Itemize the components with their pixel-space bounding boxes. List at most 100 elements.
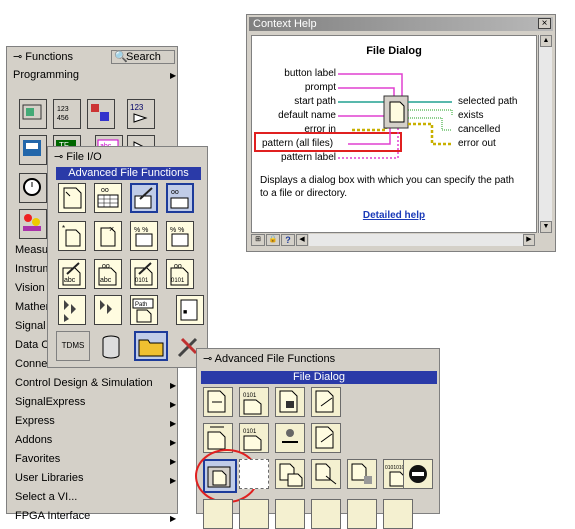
category-item[interactable]: Mather: [15, 301, 49, 313]
write-binary-icon[interactable]: 0101: [130, 259, 158, 289]
advanced-titlebar[interactable]: ⊸ Advanced File Functions: [199, 351, 437, 367]
more-icon-6[interactable]: [383, 499, 413, 529]
file-size-icon[interactable]: 0101: [239, 387, 269, 417]
dialog-icon[interactable]: [19, 209, 47, 239]
svg-text:■: ■: [183, 309, 187, 316]
pin-icon[interactable]: ⊸: [203, 353, 212, 365]
scroll-up-button[interactable]: ▲: [540, 35, 552, 47]
chevron-right-icon: ▶: [170, 71, 177, 80]
pin-icon[interactable]: ⊸: [54, 151, 63, 163]
write-text-icon[interactable]: abc: [58, 259, 86, 289]
more-icon-3[interactable]: [275, 499, 305, 529]
format-into-file-icon[interactable]: % %: [130, 221, 158, 251]
file-size-2-icon[interactable]: 0101: [239, 423, 269, 453]
advanced-selected-header: File Dialog: [201, 371, 437, 384]
tdms-icon[interactable]: TDMS: [56, 331, 90, 361]
category-item[interactable]: Vision: [15, 282, 45, 294]
category-item[interactable]: SignalExpress: [15, 396, 85, 408]
help-toolbar: ⊞ 🔒 ? ◀ ▶: [251, 234, 551, 248]
read-text-icon[interactable]: abc oo: [94, 259, 122, 289]
svg-text:oo: oo: [101, 187, 109, 194]
svg-text:oo: oo: [102, 263, 110, 270]
file-permissions-icon[interactable]: [275, 387, 305, 417]
xml-write-icon[interactable]: [58, 295, 86, 325]
read-spreadsheet-icon[interactable]: [130, 183, 158, 213]
strip-path-icon[interactable]: [275, 459, 305, 489]
file-type-2-icon[interactable]: [311, 423, 341, 453]
cluster-icon[interactable]: [87, 99, 115, 129]
svg-text:0101: 0101: [243, 393, 257, 399]
category-item[interactable]: Addons: [15, 434, 52, 446]
show-optional-terminals-icon[interactable]: ⊞: [251, 234, 265, 246]
svg-text:oo: oo: [174, 263, 182, 270]
cancel-icon[interactable]: [403, 459, 433, 489]
category-item[interactable]: Select a VI...: [15, 491, 77, 503]
more-icon-1[interactable]: [203, 499, 233, 529]
scan-from-file-icon[interactable]: % %: [166, 221, 194, 251]
advanced-folder-icon[interactable]: [134, 331, 168, 361]
connector-diagram: [338, 73, 453, 159]
move-icon[interactable]: [311, 459, 341, 489]
file-refnum-icon[interactable]: [275, 423, 305, 453]
svg-text:0101: 0101: [171, 278, 185, 284]
search-button[interactable]: 🔍 Search: [111, 50, 175, 64]
svg-text:123: 123: [57, 106, 69, 113]
chevron-right-icon: ▶: [170, 438, 177, 447]
category-item[interactable]: Measu: [15, 244, 48, 256]
pin-icon[interactable]: ⊸: [13, 51, 22, 63]
svg-text:123: 123: [130, 103, 144, 112]
svg-text:*: *: [62, 224, 65, 233]
svg-text:×: ×: [109, 224, 114, 234]
horizontal-scrollbar[interactable]: [309, 234, 523, 246]
new-file-icon[interactable]: *: [58, 221, 86, 251]
file-io-selected-header: Advanced File Functions: [56, 167, 201, 180]
scroll-left-button[interactable]: ◀: [296, 234, 308, 246]
lock-icon[interactable]: 🔒: [266, 234, 280, 246]
category-item[interactable]: User Libraries: [15, 472, 83, 484]
get-file-info-icon[interactable]: [203, 387, 233, 417]
read-binary-icon[interactable]: 0101 oo: [166, 259, 194, 289]
category-item[interactable]: Signal: [15, 320, 46, 332]
file-io-titlebar[interactable]: ⊸ File I/O: [50, 149, 205, 165]
category-item[interactable]: Control Design & Simulation: [15, 377, 153, 389]
vertical-scrollbar[interactable]: ▲ ▼: [538, 35, 552, 233]
path-icon[interactable]: Path: [130, 295, 158, 325]
more-icon-2[interactable]: [239, 499, 269, 529]
storage-icon[interactable]: [96, 331, 126, 361]
open-file-icon[interactable]: [58, 183, 86, 213]
boolean-icon[interactable]: [19, 135, 47, 165]
write-spreadsheet-icon[interactable]: oo: [94, 183, 122, 213]
structures-icon[interactable]: [19, 99, 47, 129]
numeric-icon[interactable]: 123: [127, 99, 155, 129]
delete-file-icon[interactable]: ×: [94, 221, 122, 251]
write-measurement-icon[interactable]: oo: [166, 183, 194, 213]
array-icon[interactable]: 123 456: [53, 99, 81, 129]
chevron-right-icon: ▶: [170, 514, 177, 523]
xml-read-icon[interactable]: [94, 295, 122, 325]
svg-text:0101: 0101: [135, 278, 149, 284]
file-type-icon[interactable]: [311, 387, 341, 417]
more-icon-5[interactable]: [347, 499, 377, 529]
svg-text:456: 456: [57, 115, 69, 122]
scroll-down-button[interactable]: ▼: [540, 221, 552, 233]
category-item[interactable]: FPGA Interface: [15, 510, 90, 522]
chevron-right-icon: ▶: [170, 476, 177, 485]
build-path-icon[interactable]: [239, 459, 269, 489]
timing-icon[interactable]: [19, 173, 47, 203]
category-item[interactable]: Express: [15, 415, 55, 427]
svg-text:abc: abc: [100, 277, 112, 284]
datalog-icon[interactable]: ■: [176, 295, 204, 325]
programming-category[interactable]: Programming: [13, 69, 79, 81]
category-item[interactable]: Data C: [15, 339, 49, 351]
context-help-titlebar[interactable]: Context Help: [249, 17, 553, 31]
delete-icon[interactable]: [347, 459, 377, 489]
help-icon[interactable]: ?: [281, 234, 295, 246]
chevron-right-icon: ▶: [170, 381, 177, 390]
category-item[interactable]: Conne: [15, 358, 47, 370]
more-icon-4[interactable]: [311, 499, 341, 529]
category-item[interactable]: Favorites: [15, 453, 60, 465]
advanced-grid: 0101 0101 0101010: [195, 387, 437, 529]
scroll-right-button[interactable]: ▶: [523, 234, 535, 246]
close-button[interactable]: ×: [538, 18, 551, 29]
detailed-help-link[interactable]: Detailed help: [252, 210, 536, 221]
